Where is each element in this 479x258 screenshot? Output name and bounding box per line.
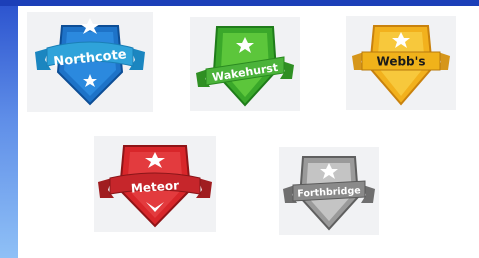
shield-icon: Meteor [98, 145, 212, 228]
badge-meteor[interactable]: Meteor [94, 136, 216, 232]
badge-wakehurst[interactable]: Wakehurst [190, 17, 300, 111]
left-accent-bar [0, 6, 18, 258]
badge-webbs[interactable]: Webb's [346, 16, 456, 110]
shield-icon: Wakehurst [196, 26, 294, 107]
shield-icon: Webb's [352, 25, 450, 106]
shield-icon: Forthbridge [283, 156, 375, 231]
badge-forthbridge[interactable]: Forthbridge [279, 147, 379, 235]
badge-label: Webb's [377, 55, 426, 69]
badge-northcote[interactable]: Northcote [27, 12, 153, 112]
top-accent-bar [0, 0, 479, 6]
shield-icon: Northcote [35, 18, 145, 106]
